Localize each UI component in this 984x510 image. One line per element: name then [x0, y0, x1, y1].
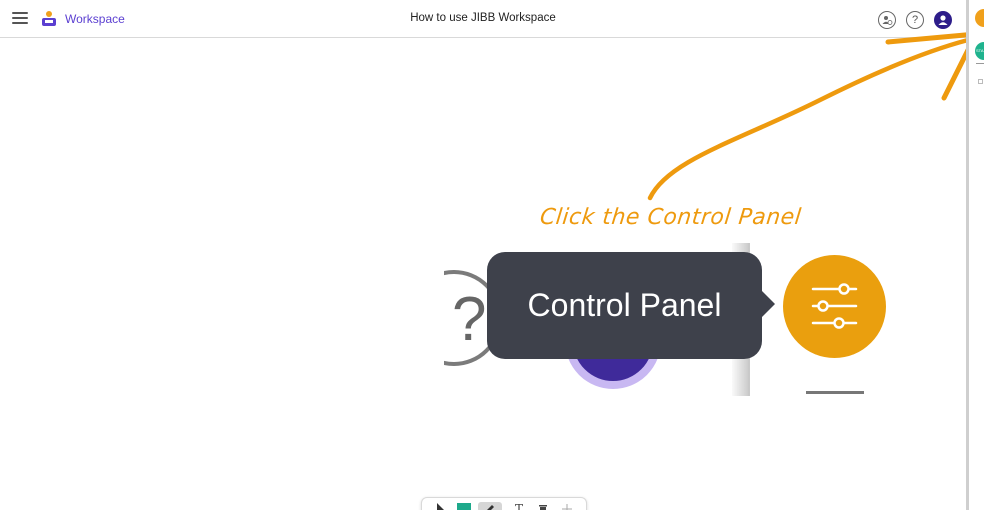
user-avatar-icon[interactable] — [934, 11, 952, 29]
control-panel-tooltip: Control Panel — [487, 252, 762, 359]
more-tool-icon[interactable] — [558, 502, 576, 510]
panel-separator — [976, 63, 984, 64]
help-icon[interactable]: ? — [906, 11, 924, 29]
vertical-scrollbar[interactable] — [966, 0, 969, 510]
text-tool-icon[interactable]: T — [510, 502, 528, 510]
document-title: How to use JIBB Workspace — [410, 12, 556, 24]
embedded-screenshot: ? Control Panel — [444, 243, 918, 396]
select-tool-icon[interactable] — [432, 502, 450, 510]
control-panel-large-icon — [783, 255, 886, 358]
page-title: How to use JIBB Workspace — [0, 12, 966, 24]
help-glyph: ? — [452, 285, 487, 354]
tooltip-tail — [762, 291, 775, 317]
workspace-logo-icon[interactable] — [40, 10, 58, 28]
top-header: Workspace How to use JIBB Workspace ? — [0, 0, 966, 38]
drawing-toolbar: T — [421, 497, 587, 510]
delete-tool-icon[interactable] — [534, 502, 552, 510]
workspace-app: Workspace How to use JIBB Workspace ? Cl… — [0, 0, 984, 510]
color-swatch-icon[interactable] — [455, 502, 473, 510]
hamburger-menu-icon[interactable] — [12, 12, 28, 26]
brand-name[interactable]: Workspace — [65, 12, 125, 26]
annotation-text: Click the Control Panel — [538, 205, 803, 230]
collaborators-icon[interactable] — [878, 11, 896, 29]
panel-bottom-bar — [806, 391, 864, 394]
tooltip-label: Control Panel — [527, 287, 722, 323]
pen-tool-icon[interactable] — [478, 502, 502, 510]
panel-mini-icon[interactable] — [978, 79, 983, 84]
